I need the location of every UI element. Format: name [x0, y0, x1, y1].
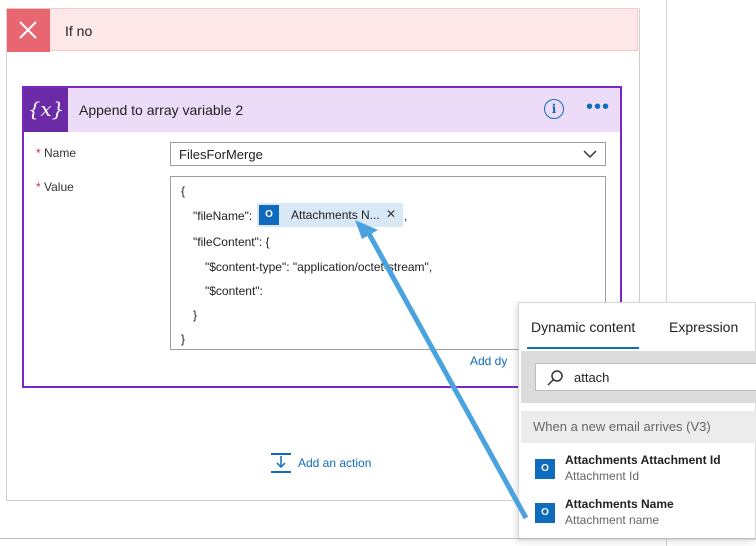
chevron-down-icon — [583, 150, 597, 159]
card-title: Append to array variable 2 — [79, 102, 244, 118]
add-an-action-button[interactable]: Add an action — [270, 452, 400, 476]
divider — [0, 538, 756, 539]
code-line: } — [193, 308, 198, 322]
item-title: Attachments Name — [565, 497, 674, 511]
add-dynamic-content-link[interactable]: Add dy — [470, 354, 507, 368]
if-no-header[interactable]: If no — [6, 8, 638, 52]
code-line: } — [181, 332, 186, 346]
add-action-icon — [271, 453, 291, 473]
close-icon — [7, 9, 50, 52]
code-line: "$content": — [205, 284, 263, 298]
list-item[interactable]: O Attachments Attachment Id Attachment I… — [521, 449, 756, 491]
list-item[interactable]: O Attachments Name Attachment name — [521, 493, 756, 535]
search-value: attach — [574, 370, 610, 385]
search-area: attach — [521, 351, 756, 403]
name-value: FilesForMerge — [179, 147, 263, 162]
outlook-icon: O — [535, 503, 555, 523]
section-header: When a new email arrives (V3) — [521, 411, 756, 443]
remove-token-icon[interactable]: ✕ — [386, 207, 396, 221]
scope-title: If no — [65, 23, 93, 39]
code-line: , — [404, 209, 408, 223]
tab-expression[interactable]: Expression — [669, 319, 738, 335]
outlook-icon: O — [535, 459, 555, 479]
search-icon — [547, 370, 563, 386]
info-icon[interactable]: i — [544, 99, 564, 119]
name-dropdown[interactable]: FilesForMerge — [170, 142, 606, 166]
code-line: "$content-type": "application/octet-stre… — [205, 260, 433, 274]
name-label: * Name — [36, 146, 77, 160]
attachments-name-token[interactable]: O Attachments N... ✕ — [257, 203, 403, 227]
outlook-icon: O — [259, 205, 279, 225]
card-header[interactable]: {x} Append to array variable 2 i ••• — [24, 88, 620, 132]
tab-dynamic-content[interactable]: Dynamic content — [531, 319, 635, 335]
item-title: Attachments Attachment Id — [565, 453, 721, 467]
more-options-icon[interactable]: ••• — [586, 96, 610, 119]
value-label: * Value — [36, 180, 74, 194]
add-an-action-label: Add an action — [298, 456, 372, 470]
item-subtitle: Attachment name — [565, 513, 660, 527]
variable-icon: {x} — [24, 88, 68, 132]
token-label: Attachments N... — [291, 208, 380, 222]
code-line: "fileName": — [193, 209, 253, 223]
dynamic-content-panel: Dynamic content Expression attach When a… — [518, 302, 756, 540]
search-input[interactable]: attach — [535, 363, 756, 391]
code-line: "fileContent": { — [193, 235, 270, 249]
item-subtitle: Attachment Id — [565, 469, 640, 483]
active-tab-indicator — [527, 347, 639, 349]
code-line: { — [181, 184, 186, 198]
